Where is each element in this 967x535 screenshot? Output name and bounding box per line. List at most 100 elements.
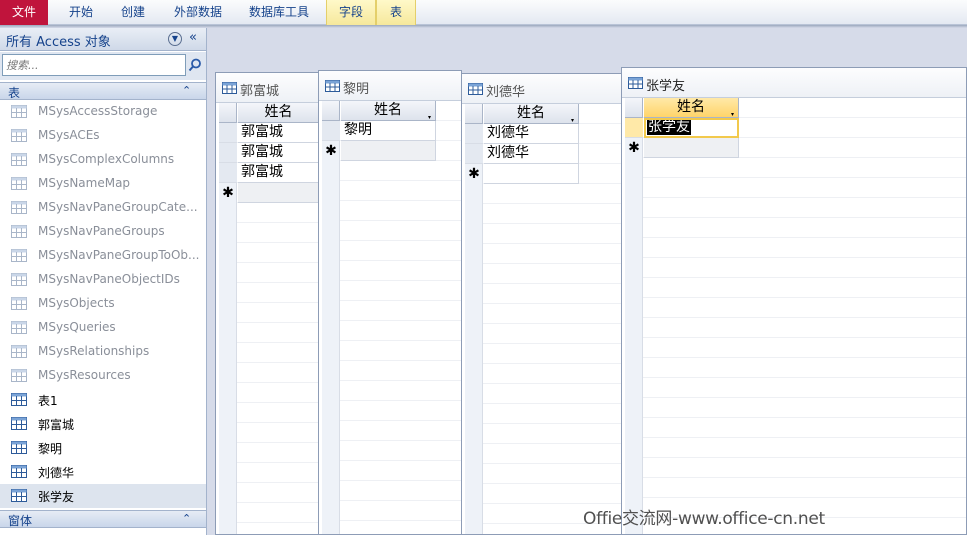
datasheet-grid[interactable]: 姓名 ▾ 刘德华 刘德华 ✱ (465, 104, 622, 534)
nav-item-label: 郭富城 (38, 418, 75, 432)
table-icon (11, 177, 27, 190)
datasheet-grid[interactable]: 姓名 郭富城 郭富城 郭富城 ✱ (219, 103, 318, 534)
table-window-zhangxueyou[interactable]: 张学友 姓名 ▾ 张学友 ✱ (621, 67, 967, 535)
datasheet-grid[interactable]: 姓名 ▾ 黎明 ✱ (322, 101, 461, 534)
nav-item-label: MSysNameMap (38, 176, 131, 190)
ribbon-tab-bar: 文件 开始 创建 外部数据 数据库工具 字段 表 (0, 0, 967, 25)
table-cell[interactable]: 刘德华 (484, 124, 579, 144)
navigation-pane: 所有 Access 对象 ▼ « 表 ⌃ MSysAccessStorage MS… (0, 28, 207, 535)
new-record-marker[interactable]: ✱ (625, 138, 643, 158)
table-cell[interactable]: 郭富城 (238, 163, 318, 183)
group-header-forms[interactable]: 窗体 ⌃ (0, 510, 206, 528)
table-icon (11, 369, 27, 382)
record-selector[interactable] (219, 123, 237, 143)
table-icon (11, 273, 27, 286)
table-icon (11, 345, 27, 358)
tab-database-tools[interactable]: 数据库工具 (240, 0, 318, 25)
select-all-corner[interactable] (625, 98, 643, 118)
column-header-name[interactable]: 姓名 ▾ (644, 98, 739, 118)
new-record-cell[interactable] (484, 164, 579, 184)
nav-item-table[interactable]: MSysNavPaneGroupToOb... (0, 244, 206, 268)
table-cell[interactable]: 刘德华 (484, 144, 579, 164)
nav-item-table[interactable]: MSysResources (0, 364, 206, 388)
column-header-name[interactable]: 姓名 (238, 103, 318, 123)
select-all-corner[interactable] (322, 101, 340, 121)
table-cell[interactable]: 黎明 (341, 121, 436, 141)
new-record-marker[interactable]: ✱ (322, 141, 340, 161)
nav-item-table[interactable]: MSysNavPaneGroupCate... (0, 196, 206, 220)
column-header-name[interactable]: 姓名 ▾ (341, 101, 436, 121)
tab-external-data[interactable]: 外部数据 (163, 0, 233, 25)
table-cell[interactable]: 郭富城 (238, 123, 318, 143)
window-title-bar[interactable]: 刘德华 (462, 74, 622, 104)
window-title-bar[interactable]: 黎明 (319, 71, 461, 101)
window-title: 黎明 (343, 82, 370, 97)
record-selector[interactable] (219, 143, 237, 163)
record-selector[interactable] (322, 121, 340, 141)
record-selector[interactable] (465, 144, 483, 164)
nav-item-table[interactable]: MSysNavPaneGroups (0, 220, 206, 244)
nav-item-table[interactable]: MSysNavPaneObjectIDs (0, 268, 206, 292)
record-selector[interactable] (625, 118, 643, 138)
table-cell[interactable]: 张学友 (644, 118, 739, 138)
chevron-up-icon[interactable]: ⌃ (182, 84, 191, 97)
nav-item-label: MSysNavPaneGroupCate... (38, 200, 198, 214)
nav-item-label: 刘德华 (38, 466, 75, 480)
new-record-marker[interactable]: ✱ (219, 183, 237, 203)
group-label-tables: 表 (8, 86, 21, 100)
nav-item-label: MSysNavPaneObjectIDs (38, 272, 180, 286)
collapse-pane-icon[interactable]: « (189, 30, 197, 45)
window-title-bar[interactable]: 张学友 (622, 68, 966, 98)
nav-item-table[interactable]: MSysAccessStorage (0, 100, 206, 124)
nav-item-table[interactable]: MSysComplexColumns (0, 148, 206, 172)
select-all-corner[interactable] (465, 104, 483, 124)
nav-pane-title[interactable]: 所有 Access 对象 (6, 31, 111, 50)
column-header-label: 姓名 (517, 105, 545, 121)
tab-fields[interactable]: 字段 (326, 0, 376, 25)
table-icon (325, 80, 340, 92)
chevron-up-icon[interactable]: ⌃ (182, 512, 191, 525)
chevron-down-icon[interactable]: ▼ (168, 32, 182, 46)
window-title-bar[interactable]: 郭富城 (216, 73, 318, 103)
new-record-marker[interactable]: ✱ (465, 164, 483, 184)
new-record-cell[interactable] (341, 141, 436, 161)
selected-cell-text[interactable]: 张学友 (647, 119, 691, 135)
search-input[interactable] (2, 54, 186, 76)
nav-item-table[interactable]: MSysNameMap (0, 172, 206, 196)
nav-item-table[interactable]: 刘德华 (0, 460, 206, 484)
nav-item-label: MSysACEs (38, 128, 100, 142)
new-record-cell[interactable] (644, 138, 739, 158)
nav-item-table[interactable]: 黎明 (0, 436, 206, 460)
tab-home[interactable]: 开始 (56, 0, 106, 25)
table-icon (222, 82, 237, 94)
record-selector[interactable] (219, 163, 237, 183)
table-window-liudehua[interactable]: 刘德华 姓名 ▾ 刘德华 刘德华 ✱ (461, 73, 623, 535)
record-selector[interactable] (465, 124, 483, 144)
datasheet-grid[interactable]: 姓名 ▾ 张学友 ✱ (625, 98, 966, 534)
table-icon (11, 393, 27, 406)
nav-item-table[interactable]: 张学友 (0, 484, 206, 508)
select-all-corner[interactable] (219, 103, 237, 123)
nav-item-table[interactable]: MSysRelationships (0, 340, 206, 364)
search-icon[interactable] (188, 58, 202, 72)
table-cell[interactable]: 郭富城 (238, 143, 318, 163)
nav-pane-header[interactable]: 所有 Access 对象 ▼ « (0, 28, 206, 51)
nav-item-table[interactable]: 表1 (0, 388, 206, 412)
nav-item-table[interactable]: MSysACEs (0, 124, 206, 148)
nav-item-label: MSysNavPaneGroupToOb... (38, 248, 200, 262)
group-header-tables[interactable]: 表 ⌃ (0, 82, 206, 100)
new-record-cell[interactable] (238, 183, 318, 203)
group-label-forms: 窗体 (8, 514, 33, 528)
table-window-guofucheng[interactable]: 郭富城 姓名 郭富城 郭富城 郭富城 ✱ (215, 72, 319, 535)
column-header-label: 姓名 (677, 99, 705, 115)
table-window-liming[interactable]: 黎明 姓名 ▾ 黎明 ✱ (318, 70, 462, 535)
column-header-name[interactable]: 姓名 ▾ (484, 104, 579, 124)
record-selector-column (625, 98, 643, 534)
tab-file[interactable]: 文件 (0, 0, 48, 25)
nav-item-table[interactable]: MSysObjects (0, 292, 206, 316)
tab-create[interactable]: 创建 (110, 0, 156, 25)
tab-table[interactable]: 表 (376, 0, 416, 25)
nav-item-table[interactable]: 郭富城 (0, 412, 206, 436)
record-selector-column (322, 101, 340, 534)
nav-item-table[interactable]: MSysQueries (0, 316, 206, 340)
